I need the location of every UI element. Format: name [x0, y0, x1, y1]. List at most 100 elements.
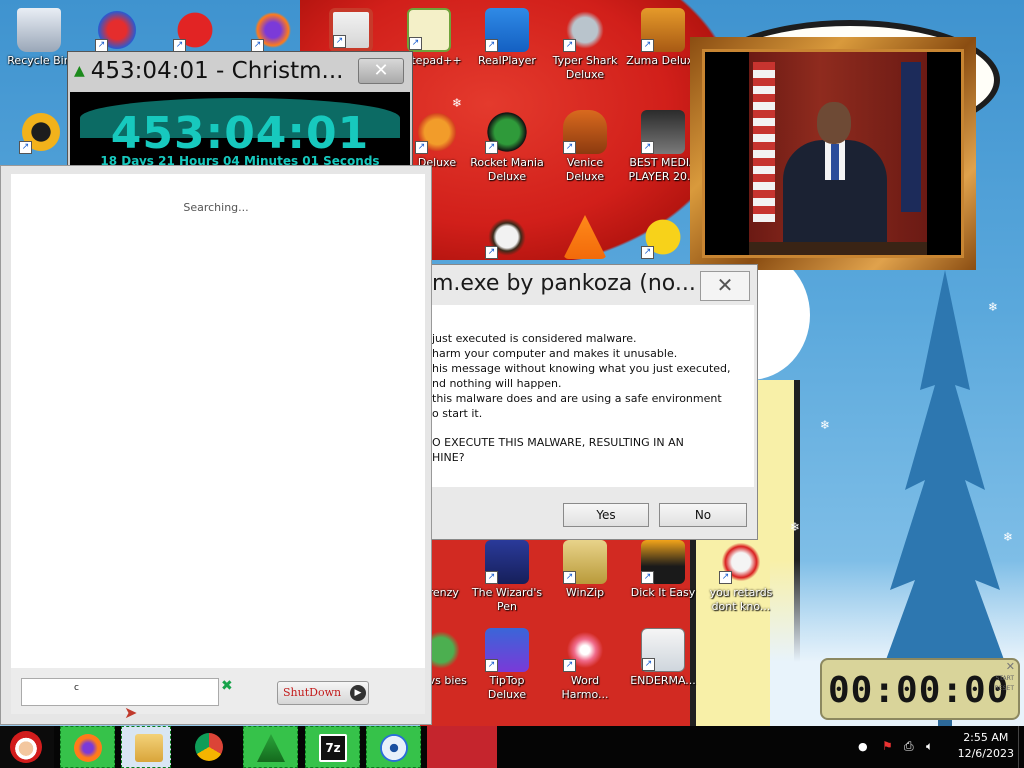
- desktop-icon-venice[interactable]: ↗ Venice Deluxe: [548, 110, 622, 184]
- us-flag: [753, 62, 775, 222]
- desktop-icon-zuma[interactable]: ↗ Zuma Deluxe: [626, 8, 700, 68]
- dialog-text-line: nd nothing will happen.: [432, 377, 562, 390]
- app-2-icon: ↗: [95, 8, 139, 52]
- countdown-display: 453:04:01 18 Days 21 Hours 04 Minutes 01…: [70, 92, 410, 170]
- widget-close-icon[interactable]: ✕: [1006, 660, 1015, 673]
- taskbar-chrome[interactable]: [182, 726, 237, 768]
- christmas-tree-icon: ▲: [74, 63, 85, 79]
- arrow-right-icon: ▶: [350, 685, 366, 701]
- desktop-icon-xmplay[interactable]: ↗ BEST MEDIA PLAYER 20...: [626, 110, 700, 184]
- taskbar: 7z ● ⚑ ⎙ 🔈︎ 2:55 AM 12/6/2023: [0, 726, 1024, 768]
- flower-icon: ↗: [563, 628, 607, 672]
- p-ball-icon: ↗: [415, 110, 459, 154]
- desktop-icon-red-furball[interactable]: ↗: [158, 8, 232, 54]
- tray-dot-icon[interactable]: ●: [858, 740, 868, 753]
- winzip-icon: ↗: [563, 540, 607, 584]
- desktop-icon-vlc[interactable]: [548, 215, 622, 261]
- snowflake-icon: ❄: [790, 520, 801, 534]
- system-tray: ● ⚑ ⎙ 🔈︎ 2:55 AM 12/6/2023: [834, 726, 1024, 768]
- desktop-icon-yellow-face[interactable]: ↗: [626, 215, 700, 261]
- desktop-icon-tiptop[interactable]: ↗ TipTop Deluxe: [470, 628, 544, 702]
- desktop-icon-realplayer[interactable]: ↗ RealPlayer: [470, 8, 544, 68]
- malware-warning-dialog[interactable]: m.exe by pankoza (no... ✕ just executed …: [432, 264, 758, 540]
- stopwatch-digits: 00:00:00: [828, 670, 1010, 711]
- realplayer-icon: ↗: [485, 8, 529, 52]
- taskbar-7zip[interactable]: 7z: [305, 726, 360, 768]
- portrait-photo: [702, 49, 964, 258]
- search-window[interactable]: Searching... c ✖ ShutDown ▶: [0, 165, 432, 725]
- countdown-time: 453:04:01: [110, 108, 370, 159]
- desktop-icon-typer-shark[interactable]: ↗ Typer Shark Deluxe: [548, 8, 622, 82]
- picture-frame-window[interactable]: [690, 37, 976, 270]
- presidential-flag: [901, 62, 921, 212]
- desktop-icon-rocket-mania[interactable]: ↗ Rocket Mania Deluxe: [470, 110, 544, 184]
- taskbar-file-explorer[interactable]: [121, 726, 171, 768]
- no-button[interactable]: No: [659, 503, 747, 527]
- mouse-cursor-icon: ➤: [124, 703, 138, 722]
- yellow-face-icon: ↗: [641, 215, 685, 259]
- stopwatch-start-button[interactable]: START: [995, 674, 1014, 684]
- santa-start-icon: [10, 731, 42, 763]
- endermanch-icon: ↗: [641, 628, 685, 672]
- volume-icon[interactable]: 🔈︎: [926, 739, 933, 754]
- countdown-close-button[interactable]: ✕: [358, 58, 404, 84]
- taskbar-running-app[interactable]: [427, 726, 497, 768]
- start-button[interactable]: [0, 726, 54, 768]
- notepad-plus-icon: ↗: [407, 8, 451, 52]
- taskbar-radiation-app[interactable]: [366, 726, 421, 768]
- show-desktop-button[interactable]: [1018, 726, 1024, 768]
- desktop-icon-dick-it-easy[interactable]: ↗ Dick It Easy: [626, 540, 700, 600]
- wizard-icon: ↗: [485, 540, 529, 584]
- desktop-icon-wizards-pen[interactable]: ↗ The Wizard's Pen: [470, 540, 544, 614]
- christmas-tree-icon: [257, 734, 285, 762]
- aimp-icon: ↗: [19, 110, 63, 154]
- desktop-icon-endermanch[interactable]: ↗ ENDERMA...: [626, 628, 700, 688]
- dialog-close-button[interactable]: ✕: [700, 271, 750, 301]
- dick-it-easy-icon: ↗: [641, 540, 685, 584]
- rocket-icon: ↗: [485, 110, 529, 154]
- dialog-text-line: this malware does and are using a safe e…: [432, 392, 722, 405]
- christmas-countdown-window[interactable]: ▲ 453:04:01 - Christm... ✕ 453:04:01 18 …: [67, 51, 413, 171]
- firefox-icon: ↗: [251, 8, 295, 52]
- desktop-icon-skull[interactable]: ↗: [470, 215, 544, 261]
- desktop-icon-winzip[interactable]: ↗ WinZip: [548, 540, 622, 600]
- desktop-icon-firefox[interactable]: ↗: [236, 8, 310, 54]
- folder-icon: [135, 734, 163, 762]
- zuma-icon: ↗: [641, 8, 685, 52]
- yes-button[interactable]: Yes: [563, 503, 649, 527]
- search-input[interactable]: c: [21, 678, 219, 706]
- network-icon[interactable]: ⎙: [904, 739, 914, 754]
- 7zip-icon: 7z: [319, 734, 347, 762]
- clock-date: 12/6/2023: [957, 747, 1014, 760]
- chrome-icon: [195, 733, 223, 761]
- taskbar-clock[interactable]: 2:55 AM 12/6/2023: [958, 730, 1014, 762]
- desktop-icon-word-harmony[interactable]: ↗ Word Harmo...: [548, 628, 622, 702]
- firefox-icon: [74, 734, 102, 762]
- desktop-icon-red-face[interactable]: ↗ you retards dont kno...: [704, 540, 778, 614]
- radiation-icon: [380, 734, 408, 762]
- desktop-icon-app2[interactable]: ↗: [80, 8, 154, 54]
- shark-icon: ↗: [563, 8, 607, 52]
- snowflake-icon: ❄: [452, 96, 463, 110]
- shutdown-button[interactable]: ShutDown ▶: [277, 681, 369, 705]
- taskbar-firefox[interactable]: [60, 726, 115, 768]
- dialog-text-line: o start it.: [432, 407, 483, 420]
- stopwatch-reset-button[interactable]: RESET: [995, 684, 1014, 694]
- dialog-text-line: just executed is considered malware.: [432, 332, 637, 345]
- venice-icon: ↗: [563, 110, 607, 154]
- dialog-text-line: harm your computer and makes it unusable…: [432, 347, 678, 360]
- skull-icon: ↗: [485, 215, 529, 259]
- xmplay-icon: ↗: [641, 110, 685, 154]
- taskbar-christmas-countdown[interactable]: [243, 726, 298, 768]
- search-status-text: Searching...: [183, 201, 249, 214]
- security-alert-icon[interactable]: ⚑: [882, 739, 893, 753]
- desktop-icon-recycle-bin[interactable]: Recycle Bin: [2, 8, 76, 68]
- search-bottom-bar: c ✖ ShutDown ▶: [11, 668, 425, 714]
- dialog-message: just executed is considered malware. har…: [432, 305, 754, 487]
- dialog-question-line: O EXECUTE THIS MALWARE, RESULTING IN AN: [432, 436, 684, 449]
- clear-search-icon[interactable]: ✖: [221, 678, 233, 694]
- desktop-icon-torii[interactable]: ↗: [314, 8, 388, 54]
- dialog-title: m.exe by pankoza (no...: [432, 271, 694, 296]
- recycle-bin-icon: [17, 8, 61, 52]
- stopwatch-widget[interactable]: 00:00:00 START RESET ✕: [820, 658, 1020, 720]
